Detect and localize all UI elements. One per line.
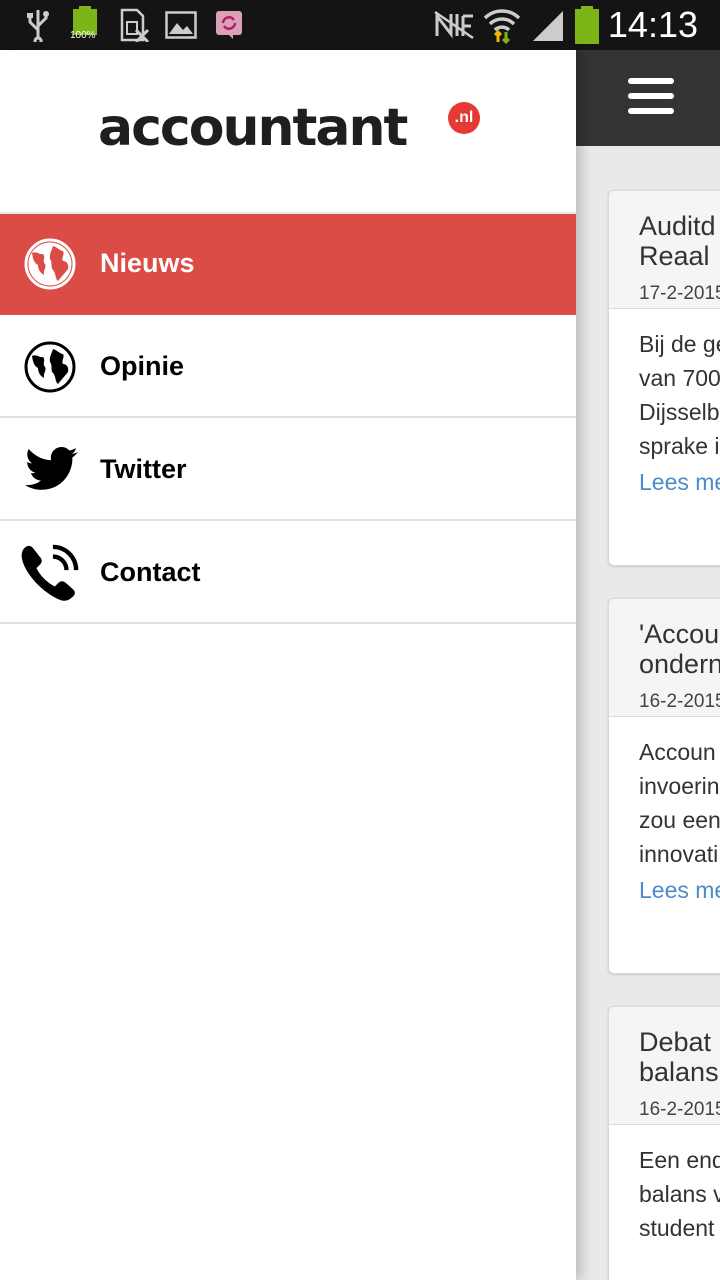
image-icon <box>164 6 198 44</box>
nav-item-nieuws[interactable]: Nieuws <box>0 214 576 315</box>
clock: 14:13 <box>607 4 698 45</box>
wifi-icon <box>482 6 522 44</box>
article-card[interactable]: Auditd Reaal 17-2-2015 Bij de ge van 700… <box>608 190 720 566</box>
nav-item-contact[interactable]: Contact <box>0 523 576 624</box>
hamburger-menu-icon[interactable] <box>628 78 674 118</box>
logo-text: accountant <box>98 98 408 158</box>
read-more-link[interactable]: Lees meer <box>639 873 720 907</box>
article-body: Bij de ge van 700 Dijsselb sprake i Lees… <box>609 309 720 499</box>
nav-item-label: Contact <box>100 557 201 587</box>
article-excerpt: Accoun invoerin zou een innovati <box>639 739 720 867</box>
globe-icon <box>20 234 80 294</box>
article-date: 16-2-2015 <box>639 691 720 712</box>
nav-item-twitter[interactable]: Twitter <box>0 420 576 521</box>
phone-icon <box>20 543 80 603</box>
logo-badge: .nl <box>448 102 480 134</box>
battery-full-icon: 100% <box>70 6 100 44</box>
sim-off-icon <box>118 6 150 44</box>
article-card[interactable]: Debat balans 16-2-2015 Een end balans v … <box>608 1006 720 1280</box>
nav-item-label: Twitter <box>100 454 187 484</box>
article-card[interactable]: 'Accou ondern 16-2-2015 Accoun invoerin … <box>608 598 720 974</box>
main-content: Auditd Reaal 17-2-2015 Bij de ge van 700… <box>576 50 720 1280</box>
article-header: Auditd Reaal 17-2-2015 <box>609 191 720 309</box>
nav-item-label: Opinie <box>100 351 185 381</box>
nav-item-label: Nieuws <box>100 248 195 278</box>
nav-item-opinie[interactable]: Opinie <box>0 317 576 418</box>
article-excerpt: Een end balans v student <box>639 1147 720 1241</box>
article-header: Debat balans 16-2-2015 <box>609 1007 720 1125</box>
article-date: 16-2-2015 <box>639 1099 720 1120</box>
globe-icon <box>20 337 80 397</box>
article-date: 17-2-2015 <box>639 283 720 304</box>
article-header: 'Accou ondern 16-2-2015 <box>609 599 720 717</box>
article-title[interactable]: Auditd Reaal <box>639 211 720 271</box>
app-bar <box>576 50 720 146</box>
usb-icon <box>24 6 52 44</box>
nfc-off-icon <box>432 6 476 44</box>
sync-icon <box>214 6 244 44</box>
article-title[interactable]: 'Accou ondern <box>639 619 720 679</box>
twitter-bird-icon <box>20 440 80 500</box>
article-body: Een end balans v student <box>609 1125 720 1245</box>
logo: accountant .nl <box>98 98 480 158</box>
article-excerpt: Bij de ge van 700 Dijsselb sprake i <box>639 331 720 459</box>
read-more-link[interactable]: Lees meer <box>639 465 720 499</box>
battery-icon <box>572 6 602 44</box>
article-body: Accoun invoerin zou een innovati Lees me… <box>609 717 720 907</box>
status-bar: 100% 14:13 <box>0 0 720 50</box>
signal-icon <box>530 6 566 44</box>
article-title[interactable]: Debat balans <box>639 1027 720 1087</box>
battery-percent-label: 100% <box>70 30 96 41</box>
navigation-drawer: accountant .nl Nieuws Opinie Twitter Con… <box>0 50 576 1280</box>
